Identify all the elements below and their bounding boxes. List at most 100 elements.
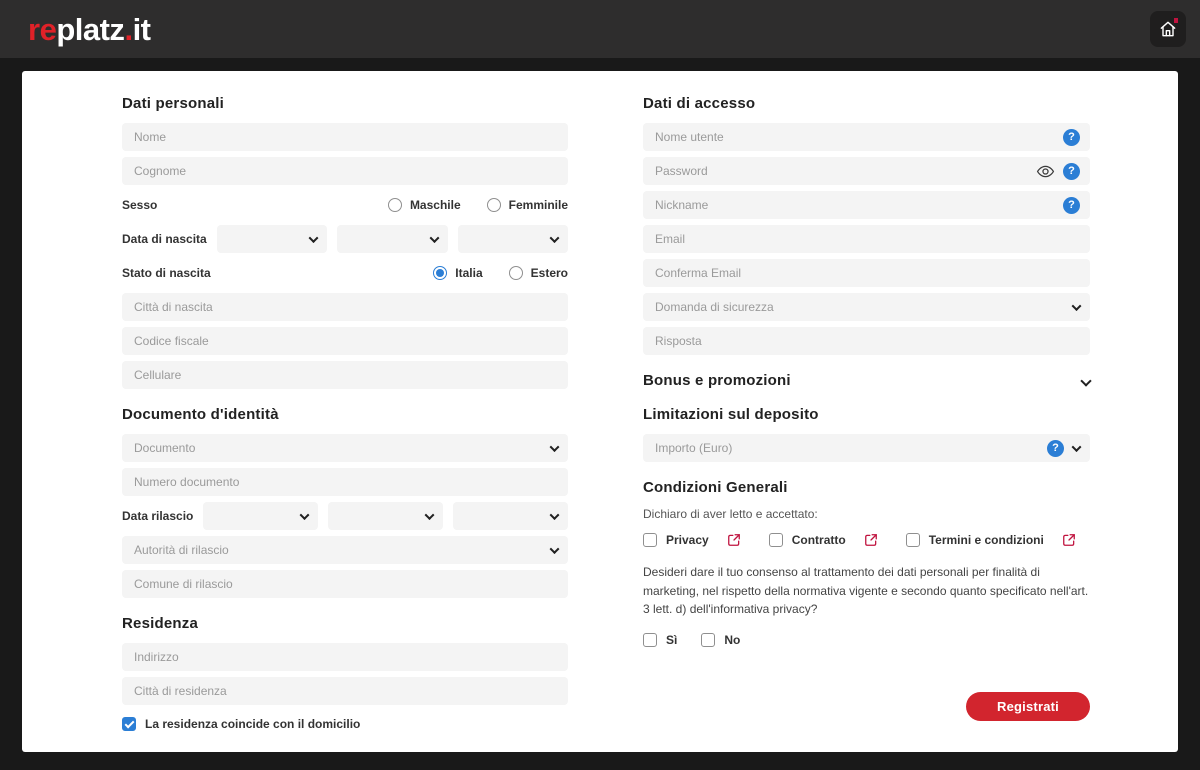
terms-checkbox-row: Privacy Contratto (643, 533, 1090, 547)
domanda-sicurezza-select[interactable]: Domanda di sicurezza (643, 293, 1090, 321)
top-bar: replatz.it (0, 0, 1200, 58)
birth-year-select[interactable] (458, 225, 568, 253)
sesso-row: Sesso Maschile Femminile (122, 191, 568, 219)
logo-part-re: re (28, 12, 56, 47)
chevron-down-icon (300, 510, 310, 520)
help-icon[interactable]: ? (1047, 440, 1064, 457)
domicilio-checkbox[interactable]: La residenza coincide con il domicilio (122, 717, 568, 731)
stato-nascita-label: Stato di nascita (122, 266, 211, 280)
submit-row: Registrati (643, 692, 1090, 721)
chevron-down-icon (1072, 301, 1082, 311)
indirizzo-input[interactable] (134, 650, 558, 664)
section-title-dati-personali: Dati personali (122, 95, 568, 112)
citta-residenza-input[interactable] (134, 684, 558, 698)
termini-external-link-icon[interactable] (1062, 533, 1076, 547)
email-input[interactable] (655, 232, 1080, 246)
password-input[interactable] (655, 164, 1028, 178)
consent-si-checkbox[interactable]: Sì (643, 633, 677, 647)
radio-femminile-circle[interactable] (487, 198, 501, 212)
cognome-input[interactable] (134, 164, 558, 178)
chevron-down-icon (429, 233, 439, 243)
documento-select-placeholder: Documento (134, 441, 195, 455)
right-column: Dati di accesso ? ? ? Doman (643, 95, 1090, 752)
logo-dot: . (124, 12, 132, 47)
home-red-accent (1174, 18, 1178, 23)
autorita-select-placeholder: Autorità di rilascio (134, 543, 229, 557)
contratto-checkbox-box[interactable] (769, 533, 783, 547)
section-title-condizioni: Condizioni Generali (643, 479, 1090, 496)
chevron-down-icon (425, 510, 435, 520)
privacy-checkbox-box[interactable] (643, 533, 657, 547)
consent-no-label: No (724, 633, 740, 647)
contratto-label: Contratto (792, 533, 846, 547)
help-icon[interactable]: ? (1063, 163, 1080, 180)
radio-maschile-label: Maschile (410, 198, 461, 212)
citta-residenza-field-wrap (122, 677, 568, 705)
data-rilascio-row: Data rilascio (122, 502, 568, 530)
risposta-field-wrap (643, 327, 1090, 355)
termini-checkbox[interactable]: Termini e condizioni (906, 533, 1076, 547)
radio-italia-circle[interactable] (433, 266, 447, 280)
contratto-external-link-icon[interactable] (864, 533, 878, 547)
marketing-consent-question: Desideri dare il tuo consenso al trattam… (643, 563, 1090, 619)
chevron-down-icon (550, 442, 560, 452)
data-nascita-row: Data di nascita (122, 225, 568, 253)
conferma-email-field-wrap (643, 259, 1090, 287)
citta-nascita-input[interactable] (134, 300, 558, 314)
show-password-eye-icon[interactable] (1036, 162, 1055, 181)
email-field-wrap (643, 225, 1090, 253)
issue-month-select[interactable] (328, 502, 443, 530)
radio-estero-circle[interactable] (509, 266, 523, 280)
chevron-down-icon[interactable] (1080, 375, 1091, 386)
radio-femminile[interactable]: Femminile (487, 198, 568, 212)
contratto-checkbox[interactable]: Contratto (769, 533, 878, 547)
autorita-rilascio-select[interactable]: Autorità di rilascio (122, 536, 568, 564)
condizioni-intro-text: Dichiaro di aver letto e accettato: (643, 507, 1090, 521)
home-button[interactable] (1150, 11, 1186, 47)
issue-day-select[interactable] (203, 502, 318, 530)
registrati-button[interactable]: Registrati (966, 692, 1090, 721)
radio-maschile-circle[interactable] (388, 198, 402, 212)
section-title-bonus: Bonus e promozioni (643, 372, 791, 389)
conferma-email-input[interactable] (655, 266, 1080, 280)
left-column: Dati personali Sesso Maschile Femminile … (122, 95, 568, 752)
privacy-external-link-icon[interactable] (727, 533, 741, 547)
radio-estero[interactable]: Estero (509, 266, 568, 280)
bonus-promozioni-toggle[interactable]: Bonus e promozioni (643, 372, 1090, 389)
data-nascita-label: Data di nascita (122, 232, 207, 246)
comune-rilascio-input[interactable] (134, 577, 558, 591)
numero-documento-input[interactable] (134, 475, 558, 489)
importo-select[interactable]: Importo (Euro) ? (643, 434, 1090, 462)
risposta-input[interactable] (655, 334, 1080, 348)
privacy-checkbox[interactable]: Privacy (643, 533, 741, 547)
domicilio-checkbox-box[interactable] (122, 717, 136, 731)
radio-italia[interactable]: Italia (433, 266, 482, 280)
termini-checkbox-box[interactable] (906, 533, 920, 547)
chevron-down-icon (550, 233, 560, 243)
issue-year-select[interactable] (453, 502, 568, 530)
domanda-select-placeholder: Domanda di sicurezza (655, 300, 774, 314)
radio-femminile-label: Femminile (509, 198, 568, 212)
nome-field-wrap (122, 123, 568, 151)
chevron-down-icon (309, 233, 319, 243)
consent-no-checkbox[interactable]: No (701, 633, 740, 647)
nome-input[interactable] (134, 130, 558, 144)
birth-day-select[interactable] (217, 225, 327, 253)
consent-si-checkbox-box[interactable] (643, 633, 657, 647)
sesso-label: Sesso (122, 198, 157, 212)
birth-month-select[interactable] (337, 225, 447, 253)
help-icon[interactable]: ? (1063, 129, 1080, 146)
consent-yes-no-row: Sì No (643, 633, 1090, 647)
help-icon[interactable]: ? (1063, 197, 1080, 214)
cellulare-input[interactable] (134, 368, 558, 382)
nome-utente-input[interactable] (655, 130, 1055, 144)
chevron-down-icon (550, 510, 560, 520)
radio-maschile[interactable]: Maschile (388, 198, 461, 212)
documento-select[interactable]: Documento (122, 434, 568, 462)
citta-nascita-field-wrap (122, 293, 568, 321)
consent-no-checkbox-box[interactable] (701, 633, 715, 647)
nickname-input[interactable] (655, 198, 1055, 212)
codice-fiscale-input[interactable] (134, 334, 558, 348)
chevron-down-icon (550, 544, 560, 554)
importo-select-placeholder: Importo (Euro) (655, 441, 732, 455)
